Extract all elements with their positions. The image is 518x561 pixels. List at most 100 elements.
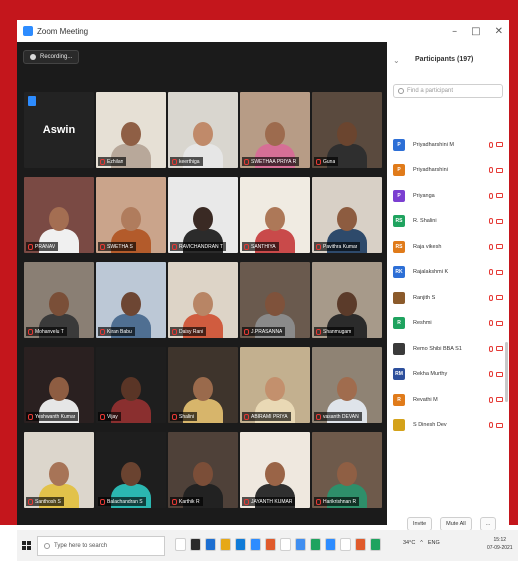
avatar: RS [393,240,405,253]
participant-video-tile[interactable]: Shanmugam [312,262,382,338]
taskbar-app-icon[interactable] [280,538,291,551]
taskbar-app-icon[interactable] [310,538,321,551]
self-video-tile[interactable]: Aswin [24,92,94,168]
participant-video-tile[interactable]: Guna [312,92,382,168]
taskbar-app-icon[interactable] [235,538,246,551]
search-icon [44,543,50,549]
participant-head [337,207,357,231]
muted-mic-icon [172,328,177,335]
tile-name-label: SWETHAA PRIYA R [242,157,300,166]
participant-video-tile[interactable]: Kiran Babu [96,262,166,338]
participant-row[interactable]: RS R. Shalini [393,209,505,235]
participant-video-tile[interactable]: Harikrishnan R [312,432,382,508]
taskbar-app-icon[interactable] [325,538,336,551]
participant-video-tile[interactable]: Santhosh S [24,432,94,508]
participant-row[interactable]: RM Rekha Murthy [393,362,505,388]
taskbar-clock[interactable]: 15:12 07-09-2021 [487,536,513,552]
participant-video-tile[interactable]: Yeshwanth Kumar [24,347,94,423]
windows-taskbar: Type here to search 34°C ^ ENG 15:12 07-… [17,530,518,561]
participant-video-tile[interactable]: keerthiga [168,92,238,168]
participant-video-tile[interactable]: PRANAV [24,177,94,253]
taskbar-app-icon[interactable] [205,538,216,551]
start-button[interactable] [22,541,31,550]
participant-video-tile[interactable]: vasanth DEVAN [312,347,382,423]
participant-head [193,462,213,486]
participant-head [193,207,213,231]
participant-row[interactable]: R Revathi M [393,387,505,413]
taskbar-app-icon[interactable] [370,538,381,551]
invite-button[interactable]: Invite [407,517,433,531]
muted-mic-icon [489,141,493,148]
participant-head [337,122,357,146]
taskbar-app-icon[interactable] [355,538,366,551]
participant-video-tile[interactable]: Ezhilan [96,92,166,168]
close-button[interactable]: ✕ [495,26,503,37]
participant-row[interactable]: RK Rajalakshmi K [393,260,505,286]
red-frame-right [509,0,518,525]
muted-mic-icon [100,413,105,420]
chevron-up-icon[interactable]: ^ [420,540,423,546]
tile-participant-name: PRANAV [35,243,56,250]
participant-row[interactable]: S Dinesh Dev [393,413,505,439]
muted-mic-icon [489,320,493,327]
more-options-button[interactable]: ... [479,517,497,531]
participant-row[interactable]: Remo Shibi BBA S1 [393,336,505,362]
muted-mic-icon [489,422,493,429]
participant-row[interactable]: R Reshmi [393,311,505,337]
collapse-panel-icon[interactable]: ⌄ [393,56,400,65]
participant-search-input[interactable]: Find a participant [393,84,503,98]
participant-head [121,207,141,231]
participant-video-tile[interactable]: RAVICHANDRAN T [168,177,238,253]
participant-status-icons [489,396,503,403]
participant-video-tile[interactable]: Mohanvelu T [24,262,94,338]
tile-name-label: Ezhilan [98,157,127,166]
weather-readout[interactable]: 34°C [403,540,415,546]
participant-video-tile[interactable]: Daisy Rani [168,262,238,338]
participant-row[interactable]: RS Raja vikesh [393,234,505,260]
muted-mic-icon [244,158,249,165]
muted-mic-icon [172,158,177,165]
taskbar-app-icon[interactable] [220,538,231,551]
participant-video-tile[interactable]: Balachandran S [96,432,166,508]
participant-row[interactable]: Ranjith S [393,285,505,311]
recording-indicator[interactable]: Recording... [23,50,80,64]
zoom-app-icon [23,26,33,36]
taskbar-app-icon[interactable] [250,538,261,551]
participant-video-tile[interactable]: Karthik R [168,432,238,508]
mute-all-button[interactable]: Mute All [440,517,472,531]
participant-status-icons [489,243,503,250]
participant-video-tile[interactable]: SWETHA S [96,177,166,253]
participant-video-tile[interactable]: JAYANTH KUMAR [240,432,310,508]
participant-head [265,462,285,486]
participant-row[interactable]: P Priyanga [393,183,505,209]
participant-video-tile[interactable]: Shalini [168,347,238,423]
tile-participant-name: Yeshwanth Kumar [35,413,76,420]
language-indicator[interactable]: ENG [428,540,440,546]
taskbar-search-box[interactable]: Type here to search [37,536,165,556]
participant-list-scrollbar[interactable] [505,342,508,402]
participant-row[interactable]: P Priyadharshini M [393,132,505,158]
muted-mic-icon [28,413,33,420]
participant-video-tile[interactable]: SANTHIYA [240,177,310,253]
muted-mic-icon [316,413,321,420]
participant-video-tile[interactable]: ABIRAMI PRIYA [240,347,310,423]
participant-video-tile[interactable]: Vijay [96,347,166,423]
participant-video-tile[interactable]: SWETHAA PRIYA R [240,92,310,168]
muted-mic-icon [489,396,493,403]
taskbar-app-icon[interactable] [265,538,276,551]
participant-name: Priyanga [413,192,435,199]
taskbar-app-icon[interactable] [340,538,351,551]
muted-mic-icon [489,371,493,378]
tile-participant-name: Vijay [107,413,118,420]
video-off-icon [496,397,503,403]
minimize-button[interactable]: – [452,26,457,37]
participant-row[interactable]: P Priyadharshini [393,158,505,184]
taskbar-app-icon[interactable] [175,538,186,551]
participant-video-tile[interactable]: J.PRASANNA [240,262,310,338]
maximize-button[interactable]: □ [471,26,480,37]
video-off-icon [496,218,503,224]
taskbar-app-icon[interactable] [190,538,201,551]
participant-video-tile[interactable]: Pavithra Kumar [312,177,382,253]
participant-status-icons [489,269,503,276]
taskbar-app-icon[interactable] [295,538,306,551]
